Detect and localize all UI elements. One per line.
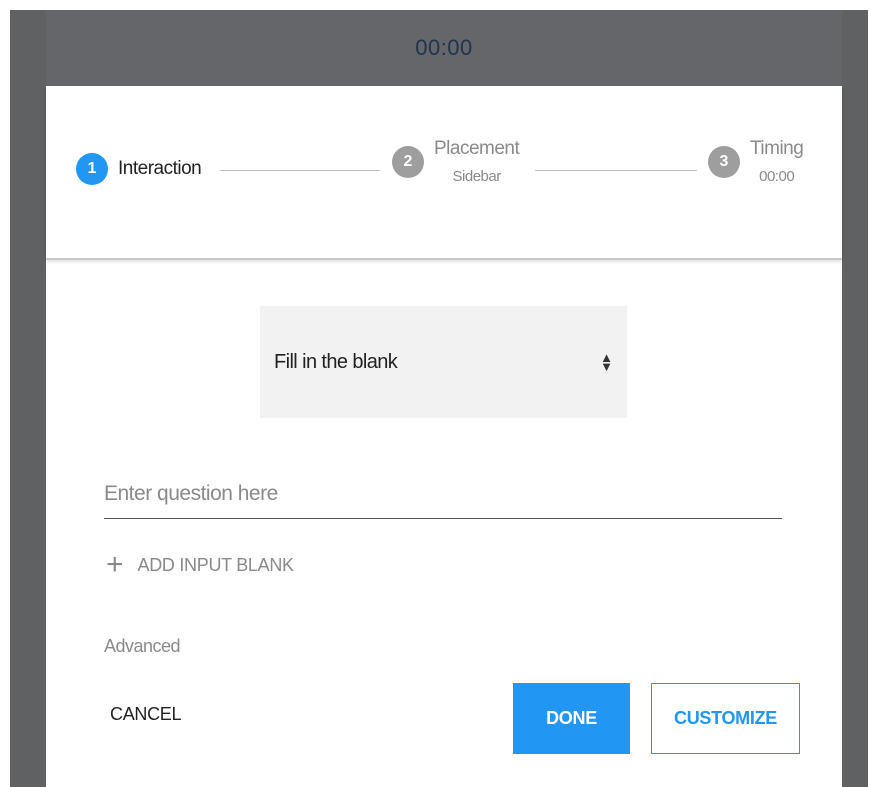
cancel-button[interactable]: CANCEL	[110, 704, 182, 725]
timer-display: 00:00	[415, 35, 473, 60]
step-number-3: 3	[708, 145, 740, 178]
sort-arrows-icon: ▲ ▼	[600, 350, 613, 374]
step-sub-timing: 00:00	[759, 168, 795, 185]
done-button[interactable]: DONE	[513, 683, 630, 754]
step-connector	[535, 170, 697, 171]
add-input-blank-label: ADD INPUT BLANK	[137, 554, 295, 575]
timer-bar: 00:00	[46, 10, 842, 86]
question-input[interactable]	[104, 470, 782, 519]
step-interaction[interactable]: 1 Interaction	[76, 153, 202, 185]
step-number-2: 2	[392, 145, 424, 178]
interaction-type-select[interactable]: Fill in the blank ▲ ▼	[260, 306, 627, 418]
step-placement[interactable]: 2 Placement Sidebar	[392, 138, 520, 185]
interaction-type-value: Fill in the blank	[274, 350, 398, 373]
step-label-interaction: Interaction	[118, 158, 202, 179]
advanced-link[interactable]: Advanced	[104, 636, 181, 657]
step-label-timing: Timing	[750, 138, 804, 159]
add-input-blank-button[interactable]: + ADD INPUT BLANK	[106, 550, 294, 580]
step-connector	[220, 170, 380, 171]
customize-button[interactable]: CUSTOMIZE	[651, 683, 800, 754]
step-timing[interactable]: 3 Timing 00:00	[708, 138, 804, 185]
step-sub-placement: Sidebar	[452, 168, 502, 185]
interaction-dialog: 1 Interaction 2 Placement Sidebar 3 Timi…	[46, 86, 842, 787]
step-label-placement: Placement	[434, 138, 520, 159]
step-number-1: 1	[76, 153, 108, 185]
stepper: 1 Interaction 2 Placement Sidebar 3 Timi…	[46, 86, 842, 260]
plus-icon: +	[106, 548, 124, 581]
